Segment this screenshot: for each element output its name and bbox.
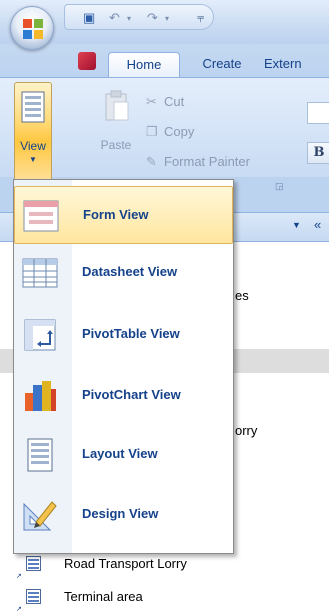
format-painter-button[interactable]: ✎ Format Painter bbox=[146, 152, 250, 172]
view-button-label: View bbox=[20, 139, 46, 153]
menu-item-label: PivotTable View bbox=[82, 326, 180, 341]
undo-dropdown-icon[interactable]: ▾ bbox=[127, 14, 131, 23]
nav-item-label: Road Transport Lorry bbox=[64, 556, 187, 571]
form-shortcut-icon bbox=[26, 556, 41, 571]
menu-item-pivottable-view[interactable]: PivotTable View bbox=[14, 306, 233, 364]
menu-item-label: PivotChart View bbox=[82, 387, 181, 402]
menu-item-design-view[interactable]: Design View bbox=[14, 486, 233, 544]
nav-item-road-transport-lorry[interactable]: ↗ Road Transport Lorry bbox=[16, 553, 296, 580]
view-dropdown-menu: Form View Datasheet View PivotTable View bbox=[13, 179, 234, 554]
view-button[interactable]: View ▼ bbox=[14, 82, 52, 182]
nav-partial-text: es bbox=[235, 288, 249, 303]
shortcut-arrow-icon: ↗ bbox=[16, 606, 22, 611]
nav-item-label: Terminal area bbox=[64, 589, 143, 604]
chevron-down-icon: ▼ bbox=[29, 155, 37, 164]
undo-icon[interactable]: ↶ bbox=[109, 10, 120, 26]
cut-label: Cut bbox=[164, 94, 185, 109]
layout-view-icon bbox=[27, 438, 53, 472]
menu-item-form-view[interactable]: Form View bbox=[14, 186, 233, 244]
format-painter-label: Format Painter bbox=[164, 154, 250, 169]
customize-qat-icon[interactable]: ⫧ bbox=[197, 10, 204, 26]
access-app-icon bbox=[78, 52, 96, 70]
tab-create[interactable]: Create bbox=[186, 52, 258, 78]
scissors-icon: ✂ bbox=[146, 94, 157, 109]
menu-item-datasheet-view[interactable]: Datasheet View bbox=[14, 244, 233, 302]
paste-label: Paste bbox=[100, 138, 132, 152]
menu-item-label: Form View bbox=[83, 207, 149, 222]
save-icon[interactable]: ▣ bbox=[83, 10, 95, 26]
menu-item-label: Datasheet View bbox=[82, 264, 178, 279]
paste-button[interactable]: Paste bbox=[96, 88, 136, 163]
office-logo-icon bbox=[23, 19, 43, 39]
menu-item-layout-view[interactable]: Layout View bbox=[14, 426, 233, 484]
paste-icon bbox=[105, 90, 129, 121]
shutter-bar-collapse-icon[interactable]: « bbox=[314, 217, 321, 232]
form-shortcut-icon bbox=[26, 589, 41, 604]
office-button[interactable] bbox=[10, 6, 54, 50]
menu-item-label: Layout View bbox=[82, 446, 158, 461]
paintbrush-icon: ✎ bbox=[146, 154, 157, 169]
clipboard-dialog-launcher-icon[interactable]: ◲ bbox=[275, 181, 284, 192]
form-view-icon bbox=[23, 200, 59, 232]
pivottable-view-icon bbox=[24, 319, 56, 351]
datasheet-view-icon bbox=[22, 258, 58, 288]
bold-button[interactable]: B bbox=[307, 142, 329, 164]
redo-dropdown-icon[interactable]: ▾ bbox=[165, 14, 169, 23]
copy-icon: ❐ bbox=[146, 124, 158, 139]
cut-button[interactable]: ✂ Cut bbox=[146, 92, 184, 112]
menu-item-pivotchart-view[interactable]: PivotChart View bbox=[14, 367, 233, 425]
nav-pane-menu-chevron-icon[interactable]: ▼ bbox=[292, 220, 301, 230]
design-view-icon bbox=[23, 501, 57, 531]
view-icon bbox=[21, 91, 45, 123]
shortcut-arrow-icon: ↗ bbox=[16, 573, 22, 580]
nav-partial-text: orry bbox=[235, 423, 258, 438]
redo-icon[interactable]: ↷ bbox=[147, 10, 158, 26]
tab-external-data[interactable]: Extern bbox=[258, 52, 329, 78]
copy-button[interactable]: ❐ Copy bbox=[146, 122, 194, 142]
tab-home[interactable]: Home bbox=[108, 52, 180, 78]
nav-item-terminal-area[interactable]: ↗ Terminal area bbox=[16, 586, 296, 611]
copy-label: Copy bbox=[164, 124, 195, 139]
pivotchart-view-icon bbox=[25, 381, 56, 411]
font-name-box[interactable] bbox=[307, 102, 329, 124]
menu-item-label: Design View bbox=[82, 506, 159, 521]
quick-access-toolbar: ▣ ↶ ▾ ↷ ▾ ⫧ bbox=[64, 4, 214, 30]
